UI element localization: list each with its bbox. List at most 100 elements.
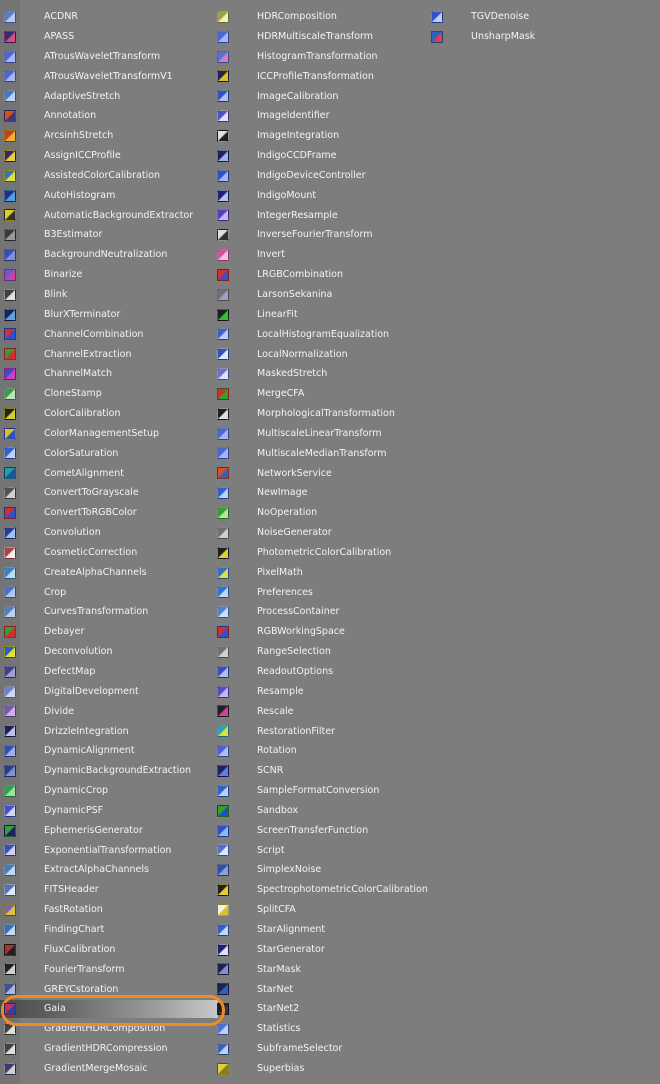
process-item-multiscalelineartransform[interactable]: MultiscaleLinearTransform	[217, 424, 428, 444]
process-item-blurxterminator[interactable]: BlurXTerminator	[4, 305, 193, 325]
process-item-nooperation[interactable]: NoOperation	[217, 503, 428, 523]
process-item-screentransferfunction[interactable]: ScreenTransferFunction	[217, 821, 428, 841]
process-item-hdrcomposition[interactable]: HDRComposition	[217, 7, 428, 27]
process-item-sampleformatconversion[interactable]: SampleFormatConversion	[217, 781, 428, 801]
process-item-splitcfa[interactable]: SplitCFA	[217, 900, 428, 920]
process-item-multiscalemediantransform[interactable]: MultiscaleMedianTransform	[217, 444, 428, 464]
process-item-curvestransformation[interactable]: CurvesTransformation	[4, 602, 193, 622]
process-item-stargenerator[interactable]: StarGenerator	[217, 940, 428, 960]
process-item-drizzleintegration[interactable]: DrizzleIntegration	[4, 721, 193, 741]
process-item-channelcombination[interactable]: ChannelCombination	[4, 325, 193, 345]
process-item-dynamicalignment[interactable]: DynamicAlignment	[4, 741, 193, 761]
process-item-adaptivestretch[interactable]: AdaptiveStretch	[4, 86, 193, 106]
process-item-createalphachannels[interactable]: CreateAlphaChannels	[4, 563, 193, 583]
process-item-restorationfilter[interactable]: RestorationFilter	[217, 721, 428, 741]
process-item-noisegenerator[interactable]: NoiseGenerator	[217, 523, 428, 543]
process-item-crop[interactable]: Crop	[4, 582, 193, 602]
process-item-dynamiccrop[interactable]: DynamicCrop	[4, 781, 193, 801]
process-item-photometriccolorcalibration[interactable]: PhotometricColorCalibration	[217, 543, 428, 563]
process-item-imageintegration[interactable]: ImageIntegration	[217, 126, 428, 146]
process-item-pixelmath[interactable]: PixelMath	[217, 563, 428, 583]
process-item-divide[interactable]: Divide	[4, 702, 193, 722]
process-item-indigodevicecontroller[interactable]: IndigoDeviceController	[217, 166, 428, 186]
process-item-acdnr[interactable]: ACDNR	[4, 7, 193, 27]
process-item-fastrotation[interactable]: FastRotation	[4, 900, 193, 920]
process-item-readoutoptions[interactable]: ReadoutOptions	[217, 662, 428, 682]
process-item-invert[interactable]: Invert	[217, 245, 428, 265]
process-item-starnet[interactable]: StarNet	[217, 979, 428, 999]
process-item-exponentialtransformation[interactable]: ExponentialTransformation	[4, 840, 193, 860]
process-item-fouriertransform[interactable]: FourierTransform	[4, 960, 193, 980]
process-item-extractalphachannels[interactable]: ExtractAlphaChannels	[4, 860, 193, 880]
process-item-spectrophotometriccolorcalibration[interactable]: SpectrophotometricColorCalibration	[217, 880, 428, 900]
process-item-preferences[interactable]: Preferences	[217, 582, 428, 602]
process-item-gradienthdrcompression[interactable]: GradientHDRCompression	[4, 1039, 193, 1059]
process-item-rangeselection[interactable]: RangeSelection	[217, 642, 428, 662]
process-item-fitsheader[interactable]: FITSHeader	[4, 880, 193, 900]
process-item-staralignment[interactable]: StarAlignment	[217, 920, 428, 940]
process-item-lrgbcombination[interactable]: LRGBCombination	[217, 265, 428, 285]
process-item-clonestamp[interactable]: CloneStamp	[4, 384, 193, 404]
process-item-rotation[interactable]: Rotation	[217, 741, 428, 761]
process-item-deconvolution[interactable]: Deconvolution	[4, 642, 193, 662]
process-item-atrouswavelettransform[interactable]: ATrousWaveletTransform	[4, 47, 193, 67]
process-item-apass[interactable]: APASS	[4, 27, 193, 47]
process-item-starnet2[interactable]: StarNet2	[217, 999, 428, 1019]
process-item-imageidentifier[interactable]: ImageIdentifier	[217, 106, 428, 126]
process-item-gaia[interactable]: Gaia	[0, 999, 219, 1019]
process-item-morphologicaltransformation[interactable]: MorphologicalTransformation	[217, 404, 428, 424]
process-item-convolution[interactable]: Convolution	[4, 523, 193, 543]
process-item-iccprofiletransformation[interactable]: ICCProfileTransformation	[217, 67, 428, 87]
process-item-histogramtransformation[interactable]: HistogramTransformation	[217, 47, 428, 67]
process-item-binarize[interactable]: Binarize	[4, 265, 193, 285]
process-item-starmask[interactable]: StarMask	[217, 960, 428, 980]
process-item-localhistogramequalization[interactable]: LocalHistogramEqualization	[217, 325, 428, 345]
process-item-indigoccdframe[interactable]: IndigoCCDFrame	[217, 146, 428, 166]
process-item-ephemerisgenerator[interactable]: EphemerisGenerator	[4, 821, 193, 841]
process-item-maskedstretch[interactable]: MaskedStretch	[217, 364, 428, 384]
process-item-processcontainer[interactable]: ProcessContainer	[217, 602, 428, 622]
process-item-backgroundneutralization[interactable]: BackgroundNeutralization	[4, 245, 193, 265]
process-item-digitaldevelopment[interactable]: DigitalDevelopment	[4, 682, 193, 702]
process-item-arcsinhstretch[interactable]: ArcsinhStretch	[4, 126, 193, 146]
process-item-cosmeticcorrection[interactable]: CosmeticCorrection	[4, 543, 193, 563]
process-item-assigniccprofile[interactable]: AssignICCProfile	[4, 146, 193, 166]
process-item-colorcalibration[interactable]: ColorCalibration	[4, 404, 193, 424]
process-item-gradienthdrcomposition[interactable]: GradientHDRComposition	[4, 1019, 193, 1039]
process-item-tgvdenoise[interactable]: TGVDenoise	[431, 7, 535, 27]
process-item-fluxcalibration[interactable]: FluxCalibration	[4, 940, 193, 960]
process-item-newimage[interactable]: NewImage	[217, 483, 428, 503]
process-item-blink[interactable]: Blink	[4, 285, 193, 305]
process-item-integerresample[interactable]: IntegerResample	[217, 205, 428, 225]
process-item-assistedcolorcalibration[interactable]: AssistedColorCalibration	[4, 166, 193, 186]
process-item-resample[interactable]: Resample	[217, 682, 428, 702]
process-item-cometalignment[interactable]: CometAlignment	[4, 463, 193, 483]
process-item-unsharpmask[interactable]: UnsharpMask	[431, 27, 535, 47]
process-item-gradientmergemosaic[interactable]: GradientMergeMosaic	[4, 1059, 193, 1079]
process-item-defectmap[interactable]: DefectMap	[4, 662, 193, 682]
process-item-rgbworkingspace[interactable]: RGBWorkingSpace	[217, 622, 428, 642]
process-item-debayer[interactable]: Debayer	[4, 622, 193, 642]
process-item-converttograyscale[interactable]: ConvertToGrayscale	[4, 483, 193, 503]
process-item-automaticbackgroundextractor[interactable]: AutomaticBackgroundExtractor	[4, 205, 193, 225]
process-item-atrouswavelettransformv1[interactable]: ATrousWaveletTransformV1	[4, 67, 193, 87]
process-item-dynamicpsf[interactable]: DynamicPSF	[4, 801, 193, 821]
process-item-indigomount[interactable]: IndigoMount	[217, 186, 428, 206]
process-item-sandbox[interactable]: Sandbox	[217, 801, 428, 821]
process-item-channelmatch[interactable]: ChannelMatch	[4, 364, 193, 384]
process-item-mergecfa[interactable]: MergeCFA	[217, 384, 428, 404]
process-item-script[interactable]: Script	[217, 840, 428, 860]
process-item-larsonsekanina[interactable]: LarsonSekanina	[217, 285, 428, 305]
process-item-imagecalibration[interactable]: ImageCalibration	[217, 86, 428, 106]
process-item-superbias[interactable]: Superbias	[217, 1059, 428, 1079]
process-item-autohistogram[interactable]: AutoHistogram	[4, 186, 193, 206]
process-item-statistics[interactable]: Statistics	[217, 1019, 428, 1039]
process-item-annotation[interactable]: Annotation	[4, 106, 193, 126]
process-item-linearfit[interactable]: LinearFit	[217, 305, 428, 325]
process-item-colorsaturation[interactable]: ColorSaturation	[4, 444, 193, 464]
process-item-rescale[interactable]: Rescale	[217, 702, 428, 722]
process-item-colormanagementsetup[interactable]: ColorManagementSetup	[4, 424, 193, 444]
process-item-b3estimator[interactable]: B3Estimator	[4, 225, 193, 245]
process-item-dynamicbackgroundextraction[interactable]: DynamicBackgroundExtraction	[4, 761, 193, 781]
process-item-greycstoration[interactable]: GREYCstoration	[4, 979, 193, 999]
